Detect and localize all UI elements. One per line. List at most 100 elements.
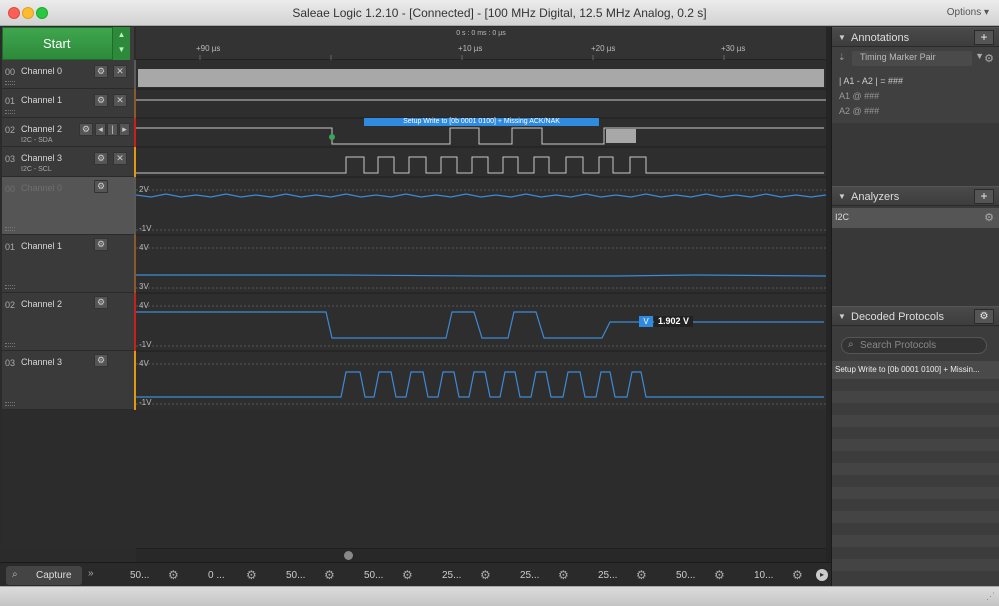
channel-row-digital-0[interactable]: 00 Channel 0 ⚙ ✕: [2, 60, 134, 89]
analyzers-header[interactable]: ▼ Analyzers +: [832, 186, 999, 206]
drag-handle[interactable]: [5, 343, 15, 347]
start-options-spinner[interactable]: ▲ ▼: [112, 27, 130, 60]
channel-name[interactable]: Channel 3: [21, 153, 62, 163]
start-condition-marker: [329, 134, 335, 140]
capture-session-tab[interactable]: 50... ⚙: [266, 566, 342, 585]
close-icon[interactable]: ✕: [113, 65, 127, 78]
timing-marker-label: Timing Marker Pair: [860, 52, 936, 62]
gear-icon[interactable]: ⚙: [168, 568, 179, 582]
drag-handle[interactable]: [5, 227, 15, 231]
next-edge-icon[interactable]: ▸: [119, 123, 130, 136]
channel-name[interactable]: Channel 0: [21, 183, 62, 193]
resize-grip-icon[interactable]: ⋰: [986, 591, 995, 602]
capture-session-tab[interactable]: 25... ⚙: [422, 566, 498, 585]
capture-session-tab[interactable]: 50... ⚙: [656, 566, 732, 585]
drag-handle[interactable]: [5, 81, 15, 85]
mark-icon[interactable]: |: [107, 123, 118, 136]
channel-name[interactable]: Channel 2: [21, 299, 62, 309]
annotations-title: Annotations: [851, 32, 910, 44]
collapse-triangle-icon[interactable]: ▼: [838, 33, 846, 42]
gear-icon[interactable]: ⚙: [984, 52, 994, 65]
analog-scale-top: 4V: [139, 359, 149, 368]
channel-number: 01: [5, 96, 16, 106]
decoded-protocols-header[interactable]: ▼ Decoded Protocols ⚙: [832, 306, 999, 326]
gear-icon[interactable]: ⚙: [94, 65, 108, 78]
gear-icon[interactable]: ⚙: [558, 568, 569, 582]
gear-icon[interactable]: ⚙: [636, 568, 647, 582]
annotations-header[interactable]: ▼ Annotations +: [832, 27, 999, 47]
scroll-thumb[interactable]: [344, 551, 353, 560]
capture-tab-bar: ⌕ Capture » 50... ⚙ 0 ... ⚙ 50... ⚙ 50... ⚙ …: [0, 562, 831, 586]
channel-name[interactable]: Channel 1: [21, 241, 62, 251]
start-button[interactable]: Start: [2, 27, 130, 60]
collapse-triangle-icon[interactable]: ▼: [838, 312, 846, 321]
channel-name[interactable]: Channel 2: [21, 124, 62, 134]
list-stripe: [832, 439, 999, 451]
analyzer-item[interactable]: I2C ⚙: [832, 208, 999, 228]
empty-channel-area: [2, 410, 826, 548]
capture-tab[interactable]: ⌕ Capture: [6, 566, 82, 585]
decode-bubble[interactable]: Setup Write to [0b 0001 0100] + Missing …: [364, 117, 599, 126]
channel-row-analog-2[interactable]: 02 Channel 2 ⚙: [2, 293, 134, 351]
decoded-protocol-row[interactable]: Setup Write to [0b 0001 0100] + Missin..…: [832, 361, 999, 379]
drag-handle[interactable]: [5, 285, 15, 289]
gear-icon[interactable]: ⚙: [94, 354, 108, 367]
add-analyzer-button[interactable]: +: [974, 189, 994, 204]
gear-icon[interactable]: ⚙: [324, 568, 335, 582]
list-stripe: [832, 391, 999, 403]
channel-row-digital-3[interactable]: 03 Channel 3 I2C - SCL ⚙ ✕: [2, 147, 134, 177]
collapse-triangle-icon[interactable]: ▼: [838, 192, 846, 201]
timing-marker-select[interactable]: Timing Marker Pair ▼: [852, 51, 984, 66]
add-annotation-button[interactable]: +: [974, 30, 994, 45]
capture-session-tab[interactable]: 50... ⚙: [110, 566, 186, 585]
capture-session-tab[interactable]: 10... ⚙: [734, 566, 810, 585]
channel-row-analog-0[interactable]: 00 Channel 0 ⚙: [2, 177, 134, 235]
capture-session-tab[interactable]: 50... ⚙: [344, 566, 420, 585]
channel-row-digital-1[interactable]: 01 Channel 1 ⚙ ✕: [2, 89, 134, 118]
status-bar: ⋰: [0, 586, 999, 606]
gear-icon[interactable]: ⚙: [94, 152, 108, 165]
annotation-a1: A1 @ ###: [839, 91, 880, 101]
capture-session-tab[interactable]: 0 ... ⚙: [188, 566, 264, 585]
gear-icon[interactable]: ⚙: [984, 211, 994, 224]
gear-icon[interactable]: ⚙: [974, 309, 994, 324]
options-menu[interactable]: Options ▾: [947, 7, 989, 18]
search-protocols-field[interactable]: ⌕ Search Protocols: [841, 337, 987, 354]
pin-icon: ⇣: [838, 52, 846, 62]
close-icon[interactable]: ✕: [113, 152, 127, 165]
channel-name[interactable]: Channel 3: [21, 357, 62, 367]
drag-handle[interactable]: [5, 402, 15, 406]
horizontal-scrollbar[interactable]: [136, 548, 826, 562]
waveform-view[interactable]: 0 s : 0 ms : 0 µs +90 µs +10 µs +20 µs +…: [136, 27, 826, 410]
gear-icon[interactable]: ⚙: [79, 123, 93, 136]
gear-icon[interactable]: ⚙: [792, 568, 803, 582]
channel-name[interactable]: Channel 1: [21, 95, 62, 105]
prev-edge-icon[interactable]: ◂: [95, 123, 106, 136]
channel-name[interactable]: Channel 0: [21, 66, 62, 76]
gear-icon[interactable]: ⚙: [94, 180, 108, 193]
time-ticks: [199, 55, 725, 60]
app-window: Saleae Logic 1.2.10 - [Connected] - [100…: [0, 0, 999, 606]
gear-icon[interactable]: ⚙: [94, 296, 108, 309]
digital-trace-3: [136, 156, 824, 174]
channel-row-digital-2[interactable]: 02 Channel 2 I2C - SDA ⚙ ◂ | ▸: [2, 118, 134, 147]
gear-icon[interactable]: ⚙: [94, 238, 108, 251]
capture-session-tab[interactable]: 25... ⚙: [578, 566, 654, 585]
tabs-scroll-right-icon[interactable]: ▸: [816, 569, 828, 581]
capture-tab-label: Capture: [36, 570, 72, 581]
gear-icon[interactable]: ⚙: [714, 568, 725, 582]
drag-handle[interactable]: [5, 110, 15, 114]
gear-icon[interactable]: ⚙: [246, 568, 257, 582]
gear-icon[interactable]: ⚙: [480, 568, 491, 582]
gear-icon[interactable]: ⚙: [94, 94, 108, 107]
annotation-delta: | A1 - A2 | = ###: [839, 76, 903, 86]
channel-row-analog-1[interactable]: 01 Channel 1 ⚙: [2, 235, 134, 293]
gear-icon[interactable]: ⚙: [402, 568, 413, 582]
tab-label: 0 ...: [208, 570, 225, 581]
channel-row-analog-3[interactable]: 03 Channel 3 ⚙: [2, 351, 134, 410]
digital-trace-2: [136, 127, 824, 145]
tab-overflow-button[interactable]: »: [88, 568, 94, 579]
capture-session-tab[interactable]: 25... ⚙: [500, 566, 576, 585]
channel-analyzer-label: I2C - SDA: [21, 137, 53, 144]
close-icon[interactable]: ✕: [113, 94, 127, 107]
